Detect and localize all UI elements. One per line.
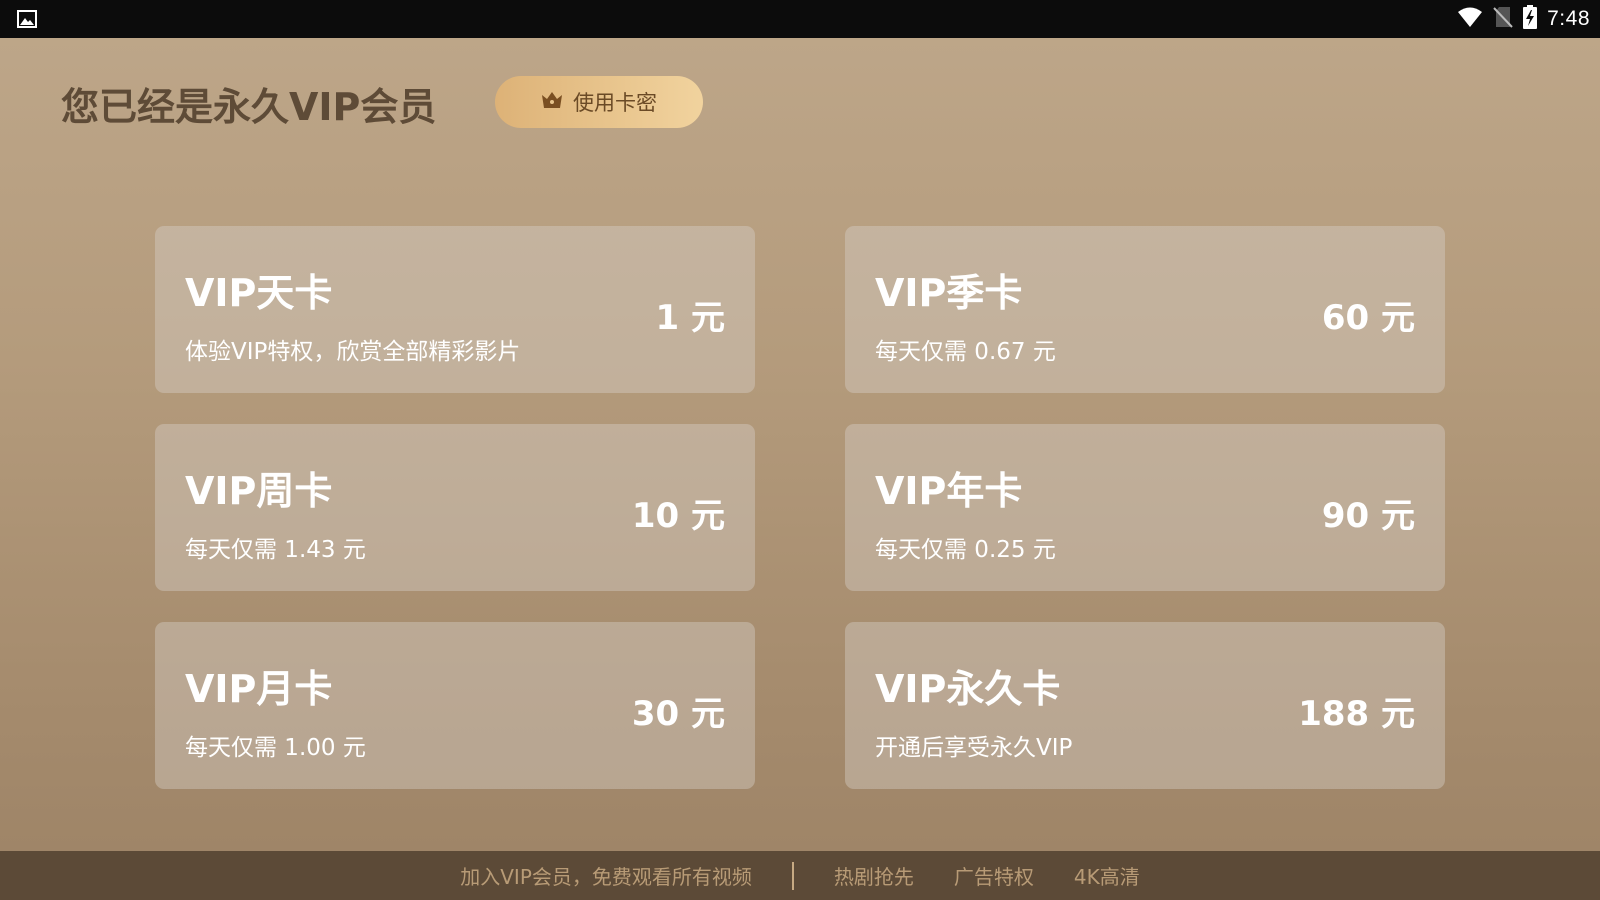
no-sim-icon <box>1493 6 1513 32</box>
plan-name: VIP天卡 <box>185 271 333 315</box>
plan-card-month[interactable]: VIP月卡 每天仅需 1.00 元 30 元 <box>155 622 755 789</box>
plan-price: 10 元 <box>631 496 725 536</box>
use-card-code-button[interactable]: 使用卡密 <box>495 76 703 128</box>
wifi-icon <box>1457 6 1483 32</box>
plan-card-week[interactable]: VIP周卡 每天仅需 1.43 元 10 元 <box>155 424 755 591</box>
vip-purchase-screen: 7:48 您已经是永久VIP会员 使用卡密 VIP天卡 体验VIP特权，欣赏全部… <box>0 0 1600 900</box>
status-bar: 7:48 <box>0 0 1600 38</box>
plan-price: 60 元 <box>1321 298 1415 338</box>
use-card-code-label: 使用卡密 <box>573 91 657 115</box>
status-icons: 7:48 <box>1457 0 1590 38</box>
plan-desc: 每天仅需 1.43 元 <box>185 537 366 563</box>
battery-charging-icon <box>1523 5 1538 33</box>
plan-card-lifetime[interactable]: VIP永久卡 开通后享受永久VIP 188 元 <box>845 622 1445 789</box>
clock: 7:48 <box>1547 7 1590 30</box>
plan-name: VIP年卡 <box>875 469 1023 513</box>
plan-price: 30 元 <box>631 694 725 734</box>
plan-desc: 每天仅需 0.67 元 <box>875 339 1056 365</box>
plan-name: VIP月卡 <box>185 667 333 711</box>
plan-name: VIP永久卡 <box>875 667 1061 711</box>
plan-desc: 开通后享受永久VIP <box>875 735 1073 761</box>
plan-card-day[interactable]: VIP天卡 体验VIP特权，欣赏全部精彩影片 1 元 <box>155 226 755 393</box>
footer-slogan: 加入VIP会员，免费观看所有视频 <box>460 865 752 889</box>
plan-desc: 体验VIP特权，欣赏全部精彩影片 <box>185 339 521 365</box>
perk-early-access: 热剧抢先 <box>833 865 914 889</box>
plan-price: 90 元 <box>1321 496 1415 536</box>
plan-name: VIP周卡 <box>185 469 333 513</box>
perk-4k: 4K高清 <box>1073 865 1140 889</box>
benefits-footer: 加入VIP会员，免费观看所有视频 热剧抢先 广告特权 4K高清 <box>0 851 1600 900</box>
plan-card-year[interactable]: VIP年卡 每天仅需 0.25 元 90 元 <box>845 424 1445 591</box>
plan-price: 1 元 <box>655 298 726 338</box>
page-title: 您已经是永久VIP会员 <box>61 85 437 129</box>
plan-desc: 每天仅需 0.25 元 <box>875 537 1056 563</box>
perk-ad-free: 广告特权 <box>953 865 1034 889</box>
footer-divider <box>791 861 794 890</box>
plan-name: VIP季卡 <box>875 271 1023 315</box>
crown-icon <box>541 90 563 114</box>
plan-card-quarter[interactable]: VIP季卡 每天仅需 0.67 元 60 元 <box>845 226 1445 393</box>
gallery-icon <box>17 10 37 28</box>
plan-price: 188 元 <box>1298 694 1415 734</box>
plan-desc: 每天仅需 1.00 元 <box>185 735 366 761</box>
